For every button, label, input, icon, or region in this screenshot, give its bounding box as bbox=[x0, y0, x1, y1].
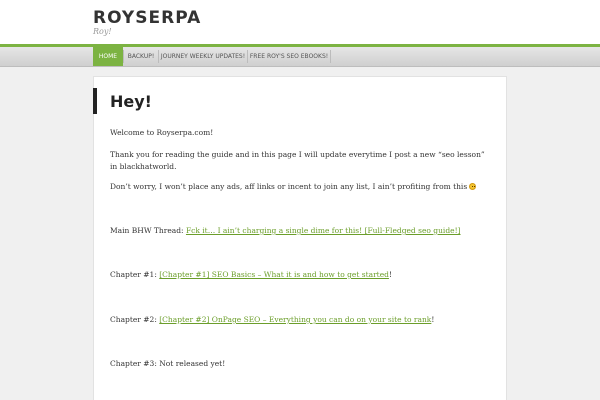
title-accent-bar bbox=[93, 88, 97, 114]
main-thread-link[interactable]: Fck it… I ain’t charging a single dime f… bbox=[186, 226, 461, 235]
intro-text: Thank you for reading the guide and in t… bbox=[110, 150, 485, 171]
page-title: Hey! bbox=[110, 92, 152, 111]
main-thread-paragraph: Main BHW Thread: Fck it… I ain’t chargin… bbox=[110, 225, 492, 237]
chapter1-label: Chapter #1: bbox=[110, 270, 160, 279]
chapter1-link[interactable]: [Chapter #1] SEO Basics – What it is and… bbox=[159, 270, 389, 279]
chapter2-link[interactable]: [Chapter #2] OnPage SEO – Everything you… bbox=[159, 315, 431, 324]
content-area: Hey! Welcome to Royserpa.com! Thank you … bbox=[93, 76, 507, 400]
site-title[interactable]: ROYSERPA bbox=[93, 8, 201, 28]
chapter3-text: Chapter #3: Not released yet! bbox=[110, 359, 226, 368]
chapter2-label: Chapter #2: bbox=[110, 315, 160, 324]
nav-item-free-seo-ebooks[interactable]: FREE ROY'S SEO EBOOKS! bbox=[248, 47, 330, 66]
nav-divider bbox=[330, 50, 331, 63]
main-thread-label: Main BHW Thread: bbox=[110, 226, 186, 235]
nav-item-home[interactable]: HOME bbox=[93, 47, 123, 66]
disclaimer-paragraph: Don’t worry, I won’t place any ads, aff … bbox=[110, 181, 492, 193]
nav-item-backup[interactable]: BACKUP! bbox=[124, 47, 158, 66]
site-description: Roy! bbox=[93, 27, 112, 36]
nav-item-journey-weekly-updates[interactable]: JOURNEY WEEKLY UPDATES! bbox=[159, 47, 247, 66]
smiley-icon bbox=[469, 183, 477, 190]
chapter2-suffix: ! bbox=[431, 315, 435, 324]
chapter1-suffix: ! bbox=[388, 270, 392, 279]
chapter1-paragraph: Chapter #1: [Chapter #1] SEO Basics – Wh… bbox=[110, 269, 492, 281]
main-nav: HOME BACKUP! JOURNEY WEEKLY UPDATES! FRE… bbox=[0, 47, 600, 67]
welcome-text: Welcome to Royserpa.com! bbox=[110, 128, 214, 137]
site-header: ROYSERPA Roy! bbox=[0, 0, 600, 44]
chapter2-paragraph: Chapter #2: [Chapter #2] OnPage SEO – Ev… bbox=[110, 314, 492, 326]
disclaimer-text: Don’t worry, I won’t place any ads, aff … bbox=[110, 182, 468, 191]
